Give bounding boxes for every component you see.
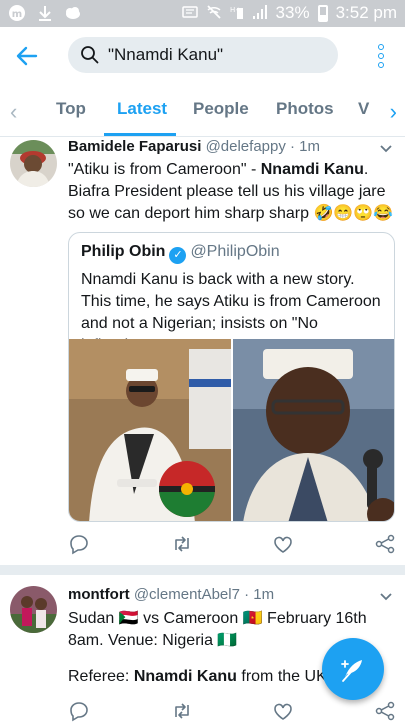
compose-feather-icon xyxy=(341,660,362,682)
tweet-timestamp: · 1m xyxy=(244,586,275,603)
like-heart-icon[interactable] xyxy=(272,700,294,722)
share-icon[interactable] xyxy=(374,700,396,722)
tweet-author-name[interactable]: montfort xyxy=(68,586,130,603)
tweet-text-line: Sudan 🇸🇩 vs Cameroon 🇨🇲 February 16th xyxy=(68,610,367,627)
tweet-text-bold[interactable]: Nnamdi Kanu xyxy=(134,668,237,685)
retweet-icon[interactable] xyxy=(171,700,193,722)
compose-tweet-button[interactable] xyxy=(322,638,384,700)
chevron-down-icon[interactable] xyxy=(379,589,393,603)
tweet-text-part: Referee: xyxy=(68,668,134,685)
tweet-text-part: from the UK xyxy=(236,668,327,685)
tweet-actions xyxy=(68,700,398,724)
avatar[interactable] xyxy=(10,586,57,633)
reply-icon[interactable] xyxy=(68,700,90,722)
tweet-header: montfort @clementAbel7 · 1m xyxy=(68,586,274,603)
tweet[interactable]: montfort @clementAbel7 · 1m Sudan 🇸🇩 vs … xyxy=(0,0,405,722)
tweet-text-line: 8am. Venue: Nigeria 🇳🇬 xyxy=(68,632,238,649)
tweet-author-handle[interactable]: @clementAbel7 xyxy=(134,586,240,603)
